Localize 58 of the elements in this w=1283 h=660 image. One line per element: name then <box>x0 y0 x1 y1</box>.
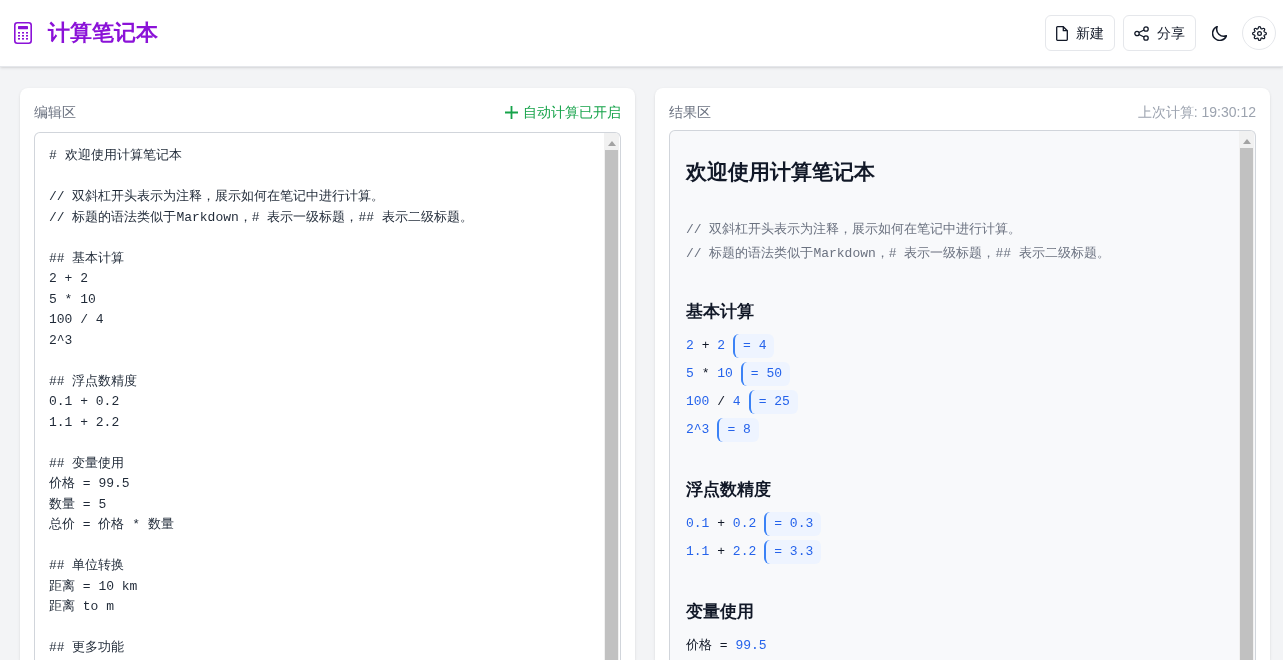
code-line: # 欢迎使用计算笔记本 <box>49 147 182 165</box>
code-line: 2 + 2 <box>49 270 88 288</box>
share-icon <box>1134 25 1149 41</box>
section-heading: 基本计算 <box>686 301 754 323</box>
section-heading: 变量使用 <box>686 601 754 623</box>
result-value: = 50 <box>740 362 791 386</box>
app-title: 计算笔记本 <box>48 19 158 47</box>
result-value: = 25 <box>748 390 798 414</box>
scrollbar-thumb[interactable] <box>605 150 618 660</box>
settings-icon[interactable] <box>1251 25 1267 41</box>
result-value: = 8 <box>717 418 759 442</box>
new-button[interactable]: 新建 <box>1045 15 1115 51</box>
code-line: // 双斜杠开头表示为注释，展示如何在笔记中进行计算。 <box>49 188 385 206</box>
code-line: ## 变量使用 <box>49 454 125 473</box>
calculator-icon <box>14 22 32 44</box>
expression-text: 5 * 10 <box>686 365 733 383</box>
code-line: 距离 = 10 km <box>49 577 138 596</box>
auto-calc-status: 自动计算已开启 <box>523 103 621 122</box>
code-line: 5 * 10 <box>49 290 96 309</box>
code-line: // 标题的语法类似于Markdown，# 表示一级标题，## 表示二级标题。 <box>49 208 473 227</box>
result-value: = 0.3 <box>764 512 822 536</box>
expression-text: 价格 = 99.5 <box>686 637 767 655</box>
expression-text: 2 + 2 <box>686 337 726 355</box>
code-line: 0.1 + 0.2 <box>49 393 120 411</box>
comment-text: // 双斜杠开头表示为注释，展示如何在笔记中进行计算。 <box>686 221 1022 239</box>
code-line: 数量 = 5 <box>49 495 107 514</box>
section-heading: 浮点数精度 <box>686 479 771 501</box>
code-line: 价格 = 99.5 <box>49 475 130 493</box>
code-line: 100 / 4 <box>49 311 104 329</box>
scrollbar[interactable] <box>1239 131 1254 660</box>
code-line: ## 更多功能 <box>49 639 125 657</box>
last-calculated-time: 上次计算: 19:30:12 <box>1137 103 1256 122</box>
code-line: 1.1 + 2.2 <box>49 413 120 432</box>
settings-button[interactable] <box>1242 16 1276 50</box>
scrollbar-thumb[interactable] <box>1240 148 1253 660</box>
expression-text: 100 / 4 <box>686 393 741 411</box>
result-value: = 3.3 <box>764 540 822 564</box>
expression-text: 0.1 + 0.2 <box>686 515 757 533</box>
moon-icon[interactable] <box>1211 25 1227 41</box>
code-line: 总价 = 价格 * 数量 <box>49 516 174 534</box>
code-line: ## 基本计算 <box>49 249 125 268</box>
code-line: 2^3 <box>49 331 73 350</box>
code-line: ## 单位转换 <box>49 557 125 575</box>
plus-icon <box>505 105 518 119</box>
scrollbar[interactable] <box>604 133 619 660</box>
file-icon <box>1056 25 1068 41</box>
code-line: 距离 to m <box>49 598 114 616</box>
up-arrow-icon[interactable] <box>607 141 616 146</box>
expression-text: 1.1 + 2.2 <box>686 543 757 561</box>
comment-text: // 标题的语法类似于Markdown，# 表示一级标题，## 表示二级标题。 <box>686 245 1110 263</box>
panel-title: 编辑区 <box>34 103 76 122</box>
up-arrow-icon[interactable] <box>1242 139 1251 144</box>
share-button[interactable]: 分享 <box>1123 15 1196 51</box>
panel-title: 结果区 <box>669 103 711 122</box>
result-value: = 4 <box>733 334 775 358</box>
code-line: ## 浮点数精度 <box>49 372 138 391</box>
heading: 欢迎使用计算笔记本 <box>686 159 875 186</box>
expression-text: 2^3 <box>686 421 710 439</box>
